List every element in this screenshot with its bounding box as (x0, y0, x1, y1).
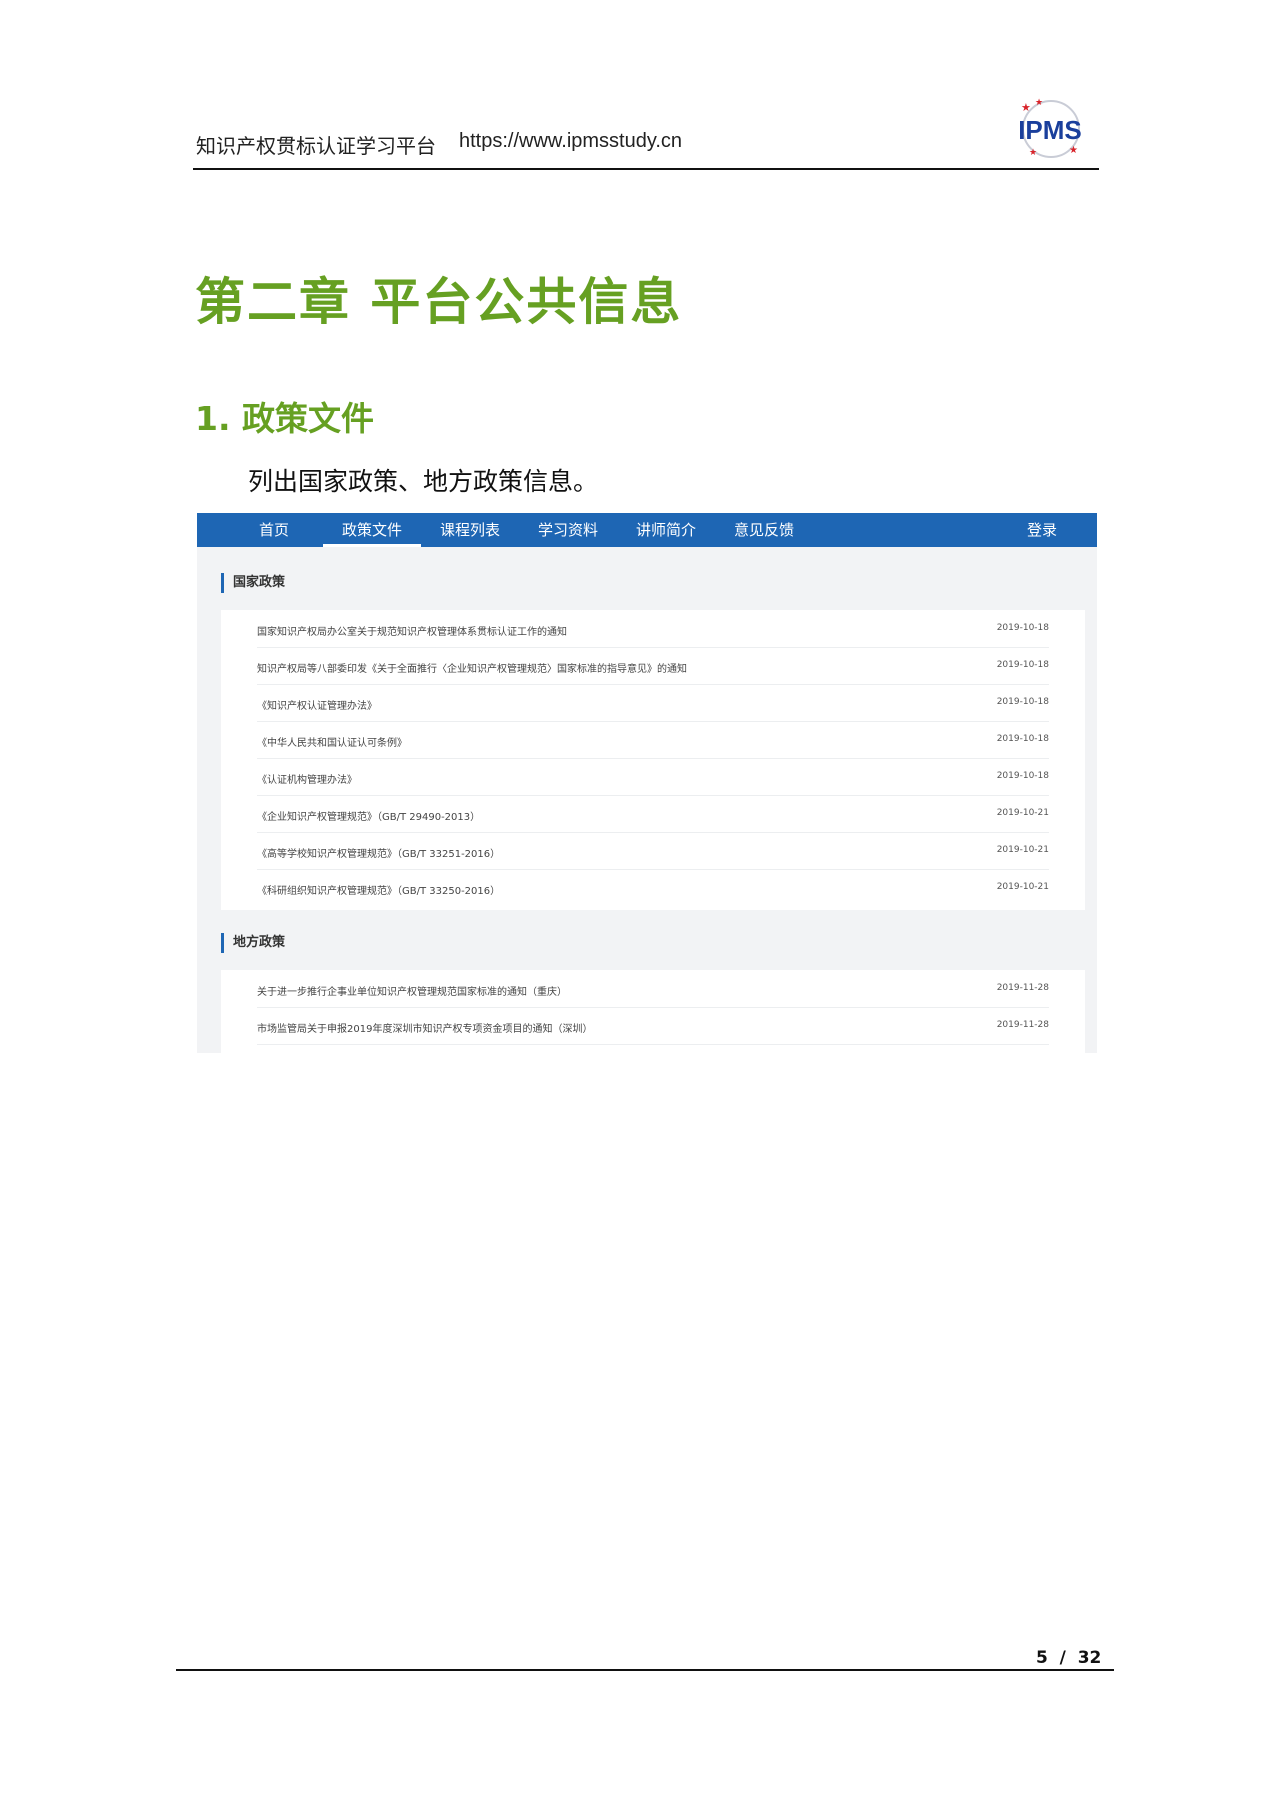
policy-date: 2019-11-28 (996, 1020, 1049, 1030)
site-title: 知识产权贯标认证学习平台 (196, 134, 436, 158)
logo-star-icon: ★ (1069, 145, 1078, 156)
logo-star-icon: ★ (1029, 148, 1037, 158)
list-item[interactable]: 《中华人民共和国认证认可条例》 2019-10-18 (257, 721, 1049, 759)
nav-item-feedback[interactable]: 意见反馈 (715, 513, 813, 547)
intro-text: 列出国家政策、地方政策信息。 (248, 467, 599, 496)
nav-item-materials[interactable]: 学习资料 (519, 513, 617, 547)
policy-title[interactable]: 《知识产权认证管理办法》 (257, 697, 377, 712)
policy-title[interactable]: 《高等学校知识产权管理规范》（GB/T 33251-2016） (257, 845, 500, 860)
list-item[interactable]: 《认证机构管理办法》 2019-10-18 (257, 758, 1049, 796)
policy-title[interactable]: 《认证机构管理办法》 (257, 771, 357, 786)
policy-title[interactable]: 知识产权局等八部委印发《关于全面推行〈企业知识产权管理规范〉国家标准的指导意见》… (257, 660, 687, 675)
page-number: 5 / 32 (1036, 1648, 1102, 1668)
policy-date: 2019-10-21 (996, 845, 1049, 855)
list-item[interactable]: 关于进一步推行企事业单位知识产权管理规范国家标准的通知（重庆） 2019-11-… (257, 970, 1049, 1008)
policy-page-screenshot: 首页 政策文件 课程列表 学习资料 讲师简介 意见反馈 登录 国家政策 国家知识… (197, 513, 1097, 1053)
nav-item-policy[interactable]: 政策文件 (323, 513, 421, 547)
nav-item-courses[interactable]: 课程列表 (421, 513, 519, 547)
site-url: https://www.ipmsstudy.cn (459, 130, 683, 152)
logo-star-icon: ★ (1035, 98, 1043, 108)
policy-title[interactable]: 国家知识产权局办公室关于规范知识产权管理体系贯标认证工作的通知 (257, 623, 567, 638)
section-title: 1. 政策文件 (195, 399, 374, 438)
national-policy-heading: 国家政策 (221, 573, 285, 593)
logo-star-icon: ★ (1021, 101, 1031, 114)
nav-item-home[interactable]: 首页 (225, 513, 323, 547)
list-item[interactable]: 《科研组织知识产权管理规范》（GB/T 33250-2016） 2019-10-… (257, 869, 1049, 906)
top-nav: 首页 政策文件 课程列表 学习资料 讲师简介 意见反馈 登录 (197, 513, 1097, 547)
chapter-title: 第二章 平台公共信息 (195, 273, 683, 331)
policy-title[interactable]: 《科研组织知识产权管理规范》（GB/T 33250-2016） (257, 882, 500, 897)
national-policy-list: 国家知识产权局办公室关于规范知识产权管理体系贯标认证工作的通知 2019-10-… (221, 610, 1085, 910)
policy-date: 2019-10-21 (996, 882, 1049, 892)
policy-date: 2019-10-18 (996, 734, 1049, 744)
header-rule (193, 168, 1099, 170)
policy-title[interactable]: 市场监管局关于申报2019年度深圳市知识产权专项资金项目的通知（深圳） (257, 1020, 592, 1035)
local-policy-list: 关于进一步推行企事业单位知识产权管理规范国家标准的通知（重庆） 2019-11-… (221, 970, 1085, 1053)
list-item[interactable]: 国家知识产权局办公室关于规范知识产权管理体系贯标认证工作的通知 2019-10-… (257, 610, 1049, 648)
policy-date: 2019-10-18 (996, 623, 1049, 633)
list-item[interactable]: 市场监管局关于申报2019年度深圳市知识产权专项资金项目的通知（深圳） 2019… (257, 1007, 1049, 1045)
list-item[interactable]: 《企业知识产权管理规范》（GB/T 29490-2013） 2019-10-21 (257, 795, 1049, 833)
policy-date: 2019-11-28 (996, 983, 1049, 993)
footer-rule (176, 1669, 1114, 1671)
policy-title[interactable]: 关于进一步推行企事业单位知识产权管理规范国家标准的通知（重庆） (257, 983, 567, 998)
login-link[interactable]: 登录 (1027, 513, 1057, 547)
policy-date: 2019-10-18 (996, 660, 1049, 670)
ipms-logo: IPMS ★ ★ ★ ★ (1018, 98, 1082, 158)
list-item[interactable]: 《知识产权认证管理办法》 2019-10-18 (257, 684, 1049, 722)
policy-title[interactable]: 《企业知识产权管理规范》（GB/T 29490-2013） (257, 808, 480, 823)
logo-text: IPMS (1018, 115, 1082, 145)
local-policy-heading: 地方政策 (221, 933, 285, 953)
policy-date: 2019-10-18 (996, 771, 1049, 781)
policy-date: 2019-10-21 (996, 808, 1049, 818)
list-item[interactable]: 知识产权局等八部委印发《关于全面推行〈企业知识产权管理规范〉国家标准的指导意见》… (257, 647, 1049, 685)
policy-title[interactable]: 《中华人民共和国认证认可条例》 (257, 734, 407, 749)
policy-date: 2019-10-18 (996, 697, 1049, 707)
nav-item-lecturers[interactable]: 讲师简介 (617, 513, 715, 547)
running-header: 知识产权贯标认证学习平台 https://www.ipmsstudy.cn (193, 120, 1098, 170)
list-item[interactable]: 《高等学校知识产权管理规范》（GB/T 33251-2016） 2019-10-… (257, 832, 1049, 870)
